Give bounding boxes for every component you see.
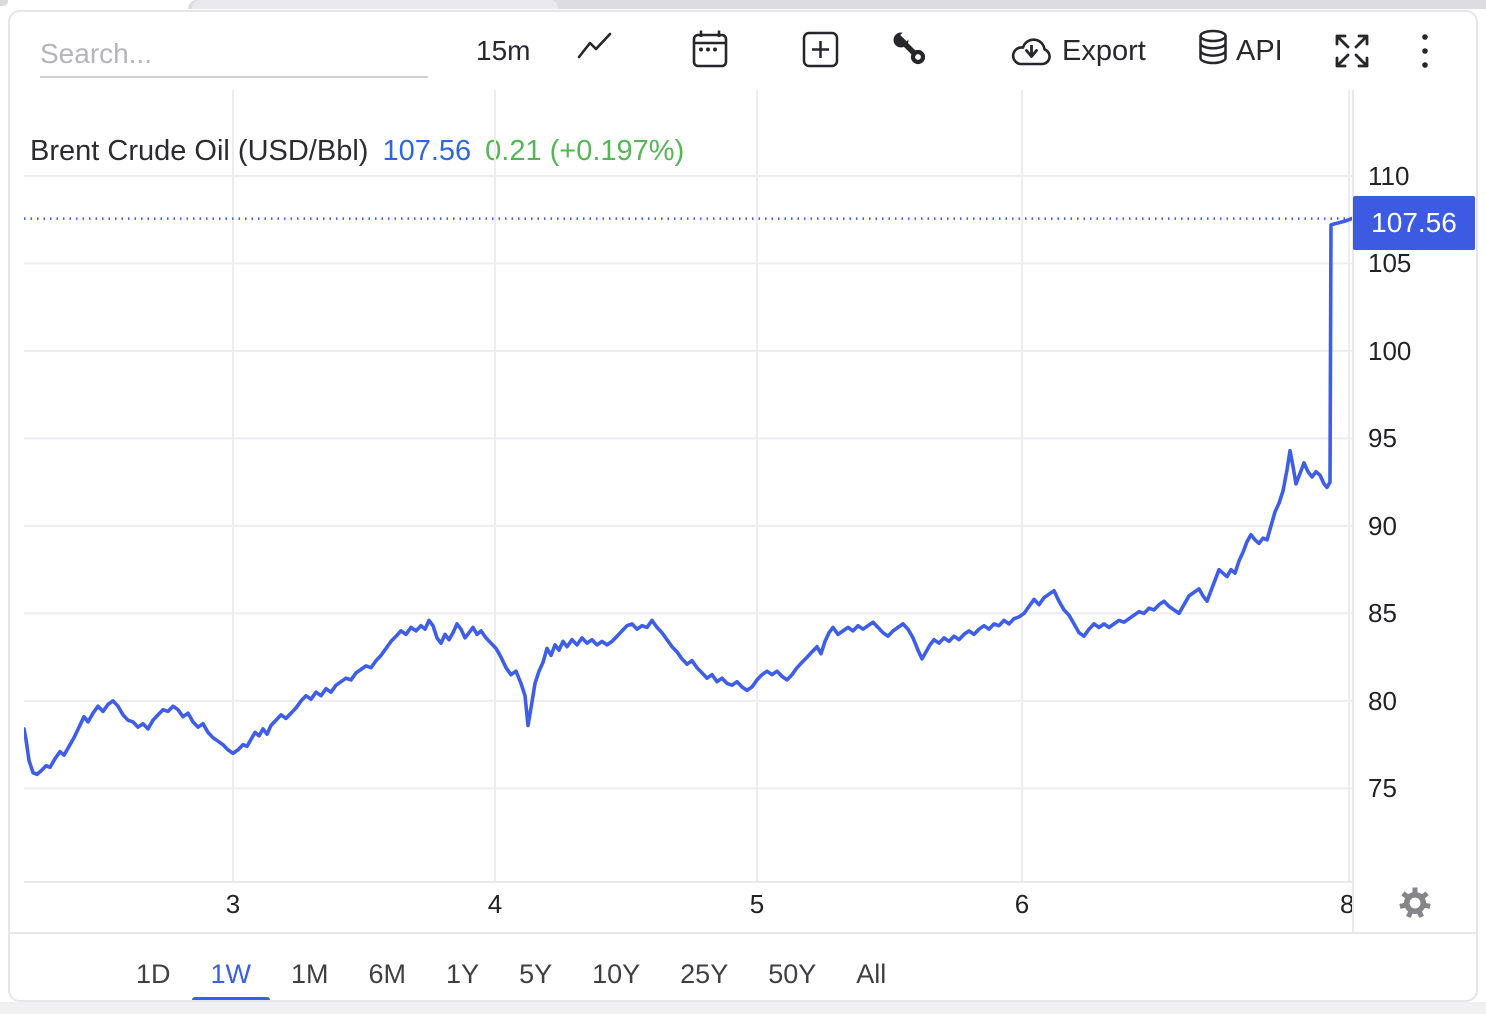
timeframe-1m[interactable]: 1M [291, 961, 329, 988]
wrench-icon [890, 29, 928, 67]
settings-button[interactable] [1396, 884, 1434, 927]
calendar-icon [690, 28, 730, 70]
x-axis-label: 8 [1340, 889, 1352, 920]
timeframe-10y[interactable]: 10Y [592, 961, 640, 988]
timeframe-all[interactable]: All [856, 961, 886, 988]
database-icon [1196, 28, 1230, 70]
y-axis-label: 95 [1368, 425, 1397, 451]
search-input[interactable] [40, 32, 428, 78]
y-axis-label: 80 [1368, 688, 1397, 714]
y-axis-label: 85 [1368, 600, 1397, 626]
tools-button[interactable] [890, 29, 928, 72]
chart-type-button[interactable] [575, 29, 615, 74]
browser-tab-fragment [0, 0, 8, 6]
chart-plot[interactable] [24, 90, 1352, 881]
chart-widget-card: 15m [8, 10, 1478, 1002]
timeframe-6m[interactable]: 6M [369, 961, 407, 988]
page-background-strip [0, 1002, 1486, 1014]
price-line [24, 219, 1352, 775]
current-price-tag: 107.56 [1353, 196, 1475, 250]
api-button[interactable] [1196, 28, 1230, 75]
timeframe-bar: 1D 1W 1M 6M 1Y 5Y 10Y 25Y 50Y All [10, 946, 1352, 1002]
y-axis-label: 75 [1368, 775, 1397, 801]
y-axis-label: 90 [1368, 513, 1397, 539]
y-axis-label: 100 [1368, 338, 1411, 364]
timeframe-5y[interactable]: 5Y [519, 961, 552, 988]
browser-tab [192, 0, 558, 9]
timeframe-1d[interactable]: 1D [136, 961, 171, 988]
x-axis-label: 5 [737, 889, 777, 920]
y-axis: 107.56 110 105 100 95 90 85 80 75 [1352, 12, 1478, 934]
add-indicator-button[interactable] [802, 31, 839, 73]
calendar-button[interactable] [690, 28, 730, 75]
export-label[interactable]: Export [1062, 35, 1146, 68]
cloud-download-icon [1008, 34, 1056, 70]
gear-icon [1396, 884, 1434, 922]
timeframe-50y[interactable]: 50Y [768, 961, 816, 988]
line-chart-icon [575, 29, 615, 69]
y-axis-label: 110 [1368, 163, 1409, 189]
api-label[interactable]: API [1236, 35, 1283, 68]
interval-selector[interactable]: 15m [476, 35, 530, 67]
x-axis-label: 6 [1002, 889, 1042, 920]
timeframe-25y[interactable]: 25Y [680, 961, 728, 988]
footer-top-border [10, 932, 1476, 934]
x-axis: 3 4 5 6 8 [10, 881, 1352, 932]
timeframe-1y[interactable]: 1Y [446, 961, 479, 988]
export-button[interactable] [1008, 34, 1056, 75]
y-axis-label: 105 [1368, 250, 1411, 276]
x-axis-label: 4 [475, 889, 515, 920]
plus-square-icon [802, 31, 839, 68]
x-axis-label: 3 [213, 889, 253, 920]
timeframe-1w[interactable]: 1W [211, 961, 252, 988]
